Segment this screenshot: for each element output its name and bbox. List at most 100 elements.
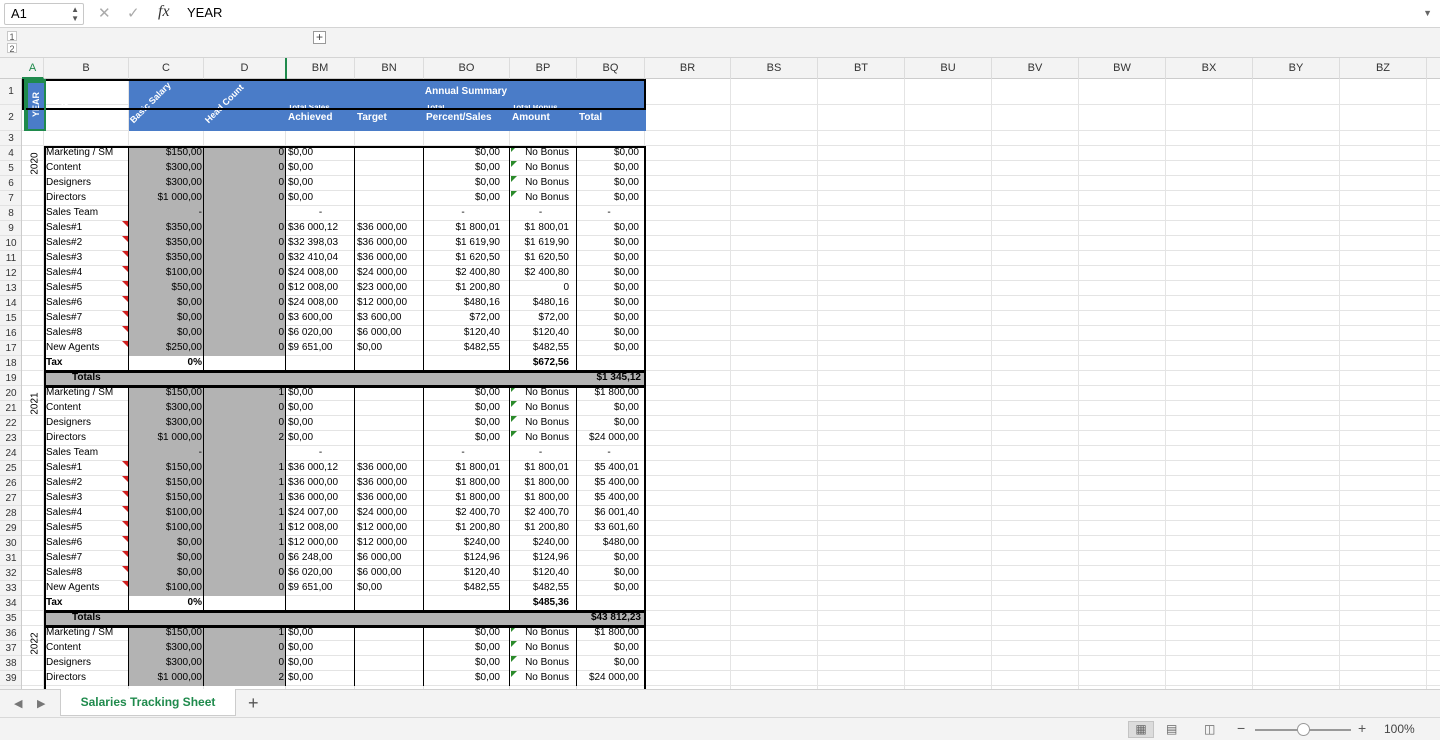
position-cell[interactable]: Sales#6 — [44, 536, 129, 551]
row-header-16[interactable]: 16 — [0, 326, 21, 341]
worksheet-grid[interactable]: YEAR Position Basic Salary Head Count Annua… — [22, 79, 1440, 689]
achieved-cell[interactable]: $6 248,00 — [286, 551, 355, 566]
column-header-C[interactable]: C — [129, 58, 204, 79]
column-header-A[interactable]: A — [22, 58, 44, 79]
position-cell[interactable]: Sales#5 — [44, 521, 129, 536]
percent-sales-cell[interactable]: $0,00 — [424, 431, 510, 446]
target-cell[interactable] — [355, 416, 424, 431]
position-cell[interactable]: Sales#8 — [44, 326, 129, 341]
basic-salary-cell[interactable]: - — [129, 446, 204, 461]
row-header-15[interactable]: 15 — [0, 311, 21, 326]
column-header-BS[interactable]: BS — [731, 58, 818, 79]
basic-salary-cell[interactable]: $350,00 — [129, 251, 204, 266]
bonus-amount-cell[interactable]: $124,96 — [510, 551, 577, 566]
basic-salary-cell[interactable]: $300,00 — [129, 161, 204, 176]
total-cell[interactable]: $24 000,00 — [577, 431, 645, 446]
target-cell[interactable] — [355, 146, 424, 161]
head-count-cell[interactable]: 0 — [204, 581, 286, 596]
row-header-20[interactable]: 20 — [0, 386, 21, 401]
position-cell[interactable]: Sales Team — [44, 206, 129, 221]
row-header-24[interactable]: 24 — [0, 446, 21, 461]
bonus-amount-cell[interactable]: $482,55 — [510, 581, 577, 596]
total-cell[interactable]: $0,00 — [577, 161, 645, 176]
error-indicator-icon[interactable] — [511, 671, 517, 677]
total-cell[interactable]: $0,00 — [577, 251, 645, 266]
achieved-cell[interactable]: $9 651,00 — [286, 341, 355, 356]
formula-input[interactable]: YEAR — [187, 5, 222, 20]
row-header-35[interactable]: 35 — [0, 611, 21, 626]
row-header-6[interactable]: 6 — [0, 176, 21, 191]
basic-salary-cell[interactable]: $300,00 — [129, 416, 204, 431]
head-count-cell[interactable]: 0 — [204, 296, 286, 311]
row-header-19[interactable]: 19 — [0, 371, 21, 386]
head-count-cell[interactable]: 0 — [204, 656, 286, 671]
error-indicator-icon[interactable] — [511, 386, 517, 392]
head-count-cell[interactable]: 0 — [204, 161, 286, 176]
row-header-17[interactable]: 17 — [0, 341, 21, 356]
position-cell[interactable]: Content — [44, 401, 129, 416]
total-cell[interactable]: - — [577, 446, 645, 461]
column-header-BR[interactable]: BR — [645, 58, 731, 79]
head-count-cell[interactable]: 1 — [204, 626, 286, 641]
percent-sales-cell[interactable]: $1 800,01 — [424, 461, 510, 476]
zoom-in-button[interactable]: + — [1358, 720, 1366, 736]
position-cell[interactable]: Sales#1 — [44, 221, 129, 236]
achieved-cell[interactable]: $12 008,00 — [286, 521, 355, 536]
percent-sales-cell[interactable]: $0,00 — [424, 386, 510, 401]
total-cell[interactable]: $0,00 — [577, 221, 645, 236]
percent-sales-cell[interactable]: $1 800,00 — [424, 491, 510, 506]
row-header-25[interactable]: 25 — [0, 461, 21, 476]
position-cell[interactable]: Designers — [44, 176, 129, 191]
target-cell[interactable]: $24 000,00 — [355, 506, 424, 521]
target-cell[interactable]: $12 000,00 — [355, 521, 424, 536]
target-cell[interactable]: $36 000,00 — [355, 236, 424, 251]
total-cell[interactable]: $0,00 — [577, 311, 645, 326]
percent-sales-cell[interactable]: $0,00 — [424, 191, 510, 206]
percent-sales-cell[interactable]: $1 800,00 — [424, 476, 510, 491]
position-cell[interactable]: Marketing / SM — [44, 386, 129, 401]
percent-sales-cell[interactable]: $0,00 — [424, 416, 510, 431]
basic-salary-cell[interactable]: $0,00 — [129, 311, 204, 326]
position-cell[interactable]: Sales#6 — [44, 296, 129, 311]
bonus-amount-cell[interactable]: $1 620,50 — [510, 251, 577, 266]
bonus-amount-cell[interactable]: $240,00 — [510, 536, 577, 551]
target-cell[interactable] — [355, 626, 424, 641]
target-cell[interactable] — [355, 446, 424, 461]
position-cell[interactable]: Designers — [44, 656, 129, 671]
bonus-amount-cell[interactable]: $480,16 — [510, 296, 577, 311]
achieved-cell[interactable]: $36 000,00 — [286, 491, 355, 506]
total-cell[interactable]: $0,00 — [577, 401, 645, 416]
row-header-8[interactable]: 8 — [0, 206, 21, 221]
check-icon[interactable]: ✓ — [127, 4, 140, 22]
total-cell[interactable]: $0,00 — [577, 656, 645, 671]
fx-icon[interactable]: fx — [158, 3, 170, 21]
target-cell[interactable] — [355, 176, 424, 191]
outline-level-1[interactable]: 1 — [7, 31, 17, 42]
head-count-cell[interactable] — [204, 206, 286, 221]
target-cell[interactable]: $36 000,00 — [355, 461, 424, 476]
total-cell[interactable]: $0,00 — [577, 176, 645, 191]
percent-sales-cell[interactable]: $2 400,70 — [424, 506, 510, 521]
target-cell[interactable]: $3 600,00 — [355, 311, 424, 326]
achieved-cell[interactable]: $0,00 — [286, 161, 355, 176]
head-count-cell[interactable]: 1 — [204, 491, 286, 506]
column-header-BN[interactable]: BN — [355, 58, 424, 79]
column-header-D[interactable]: D — [204, 58, 286, 79]
target-cell[interactable]: $0,00 — [355, 581, 424, 596]
achieved-cell[interactable]: $0,00 — [286, 176, 355, 191]
percent-sales-cell[interactable]: $0,00 — [424, 671, 510, 686]
total-cell[interactable]: $6 001,40 — [577, 506, 645, 521]
percent-sales-cell[interactable]: $480,16 — [424, 296, 510, 311]
error-indicator-icon[interactable] — [511, 401, 517, 407]
target-cell[interactable]: $12 000,00 — [355, 536, 424, 551]
row-header-26[interactable]: 26 — [0, 476, 21, 491]
head-count-cell[interactable]: 0 — [204, 251, 286, 266]
achieved-cell[interactable]: $3 600,00 — [286, 311, 355, 326]
row-header-39[interactable]: 39 — [0, 671, 21, 686]
percent-sales-cell[interactable]: $0,00 — [424, 401, 510, 416]
target-cell[interactable]: $0,00 — [355, 341, 424, 356]
basic-salary-cell[interactable]: $300,00 — [129, 641, 204, 656]
position-cell[interactable]: Sales#7 — [44, 551, 129, 566]
sheet-tab-salaries[interactable]: Salaries Tracking Sheet — [60, 689, 236, 716]
bonus-amount-cell[interactable]: No Bonus — [510, 626, 577, 641]
